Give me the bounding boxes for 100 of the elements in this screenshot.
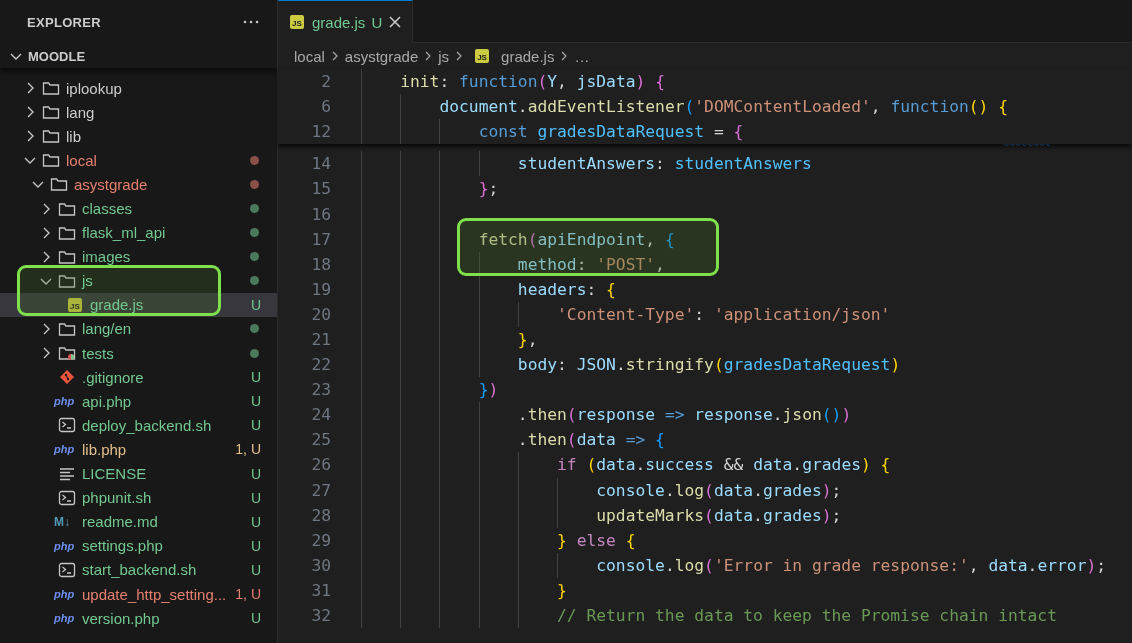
line-number: 21 — [310, 330, 331, 349]
breadcrumb-item[interactable]: … — [574, 47, 590, 65]
breadcrumb-item[interactable]: js — [438, 47, 450, 65]
line-number: 25 — [310, 430, 331, 450]
text-lines-icon — [58, 465, 76, 482]
tree-item[interactable]: asystgrade — [0, 172, 277, 197]
tree-item[interactable]: start_backend.sh U — [0, 557, 277, 582]
js-file-icon: JS — [68, 297, 82, 312]
tree-item[interactable]: php version.php U — [0, 606, 277, 631]
tree-item[interactable]: iplookup — [0, 76, 277, 101]
folder-icon — [42, 152, 60, 169]
tree-item[interactable]: local — [0, 148, 277, 173]
code-line: studentAnswers: studentAnswers — [516, 154, 812, 174]
code-line: } else { — [556, 530, 636, 550]
line-number: 15 — [310, 179, 331, 199]
file-name: LICENSE — [82, 465, 148, 483]
tree-item[interactable]: lang — [0, 100, 277, 125]
line-number: 24 — [310, 405, 331, 425]
squiggle-mark — [1002, 142, 1050, 148]
tree-item[interactable]: classes — [0, 196, 277, 221]
code-line: body: JSON.stringify(gradesDataRequest) — [516, 355, 901, 375]
code-line: console.log(data.grades); — [595, 480, 842, 500]
php-file-icon: php — [54, 443, 78, 456]
more-icon[interactable] — [243, 20, 259, 24]
file-name: readme.md — [82, 513, 159, 531]
code-line: .then(data => { — [516, 430, 665, 450]
line-number: 20 — [310, 304, 331, 324]
code-line: }; — [477, 179, 499, 199]
tree-item[interactable]: php api.php U — [0, 389, 277, 414]
file-name: api.php — [82, 392, 133, 410]
code-line: console.log('Error in grade response:', data.error); — [595, 555, 1107, 575]
git-status: U — [250, 393, 261, 410]
tree-item[interactable]: js — [0, 268, 277, 293]
folder-icon — [42, 80, 60, 97]
line-number: 16 — [310, 204, 331, 224]
line-number: 27 — [310, 480, 331, 500]
breadcrumb-item[interactable]: asystgrade — [344, 47, 419, 65]
git-status: U — [250, 296, 261, 313]
tree-item[interactable]: php settings.php U — [0, 533, 277, 558]
tree-item[interactable]: LICENSE U — [0, 461, 277, 486]
php-file-icon: php — [54, 395, 78, 408]
code-line: updateMarks(data.grades); — [595, 505, 842, 525]
git-status: U — [371, 13, 383, 31]
line-number: 12 — [310, 122, 331, 142]
file-name: deploy_backend.sh — [82, 416, 213, 434]
git-status: U — [250, 417, 261, 434]
file-name: js — [82, 272, 94, 290]
tree-item[interactable]: deploy_backend.sh U — [0, 413, 277, 438]
file-name: phpunit.sh — [82, 489, 153, 507]
file-name: lang — [66, 103, 96, 121]
tree-item[interactable]: flask_ml_api — [0, 220, 277, 245]
tree-item[interactable]: images — [0, 244, 277, 269]
file-name: classes — [82, 200, 134, 217]
close-icon[interactable] — [388, 15, 403, 29]
tree-item[interactable]: tests — [0, 341, 277, 366]
line-number: 26 — [310, 455, 331, 475]
git-status: U — [250, 610, 261, 627]
file-name: lib.php — [82, 440, 128, 458]
tree-item[interactable]: lib — [0, 124, 277, 149]
git-status: 1, U — [235, 441, 261, 458]
file-name: flask_ml_api — [82, 224, 167, 242]
tree-item[interactable]: php update_http_setting... 1, U — [0, 581, 277, 607]
line-number: 32 — [310, 606, 331, 625]
editor-tab[interactable]: JS grade.js U — [278, 0, 414, 43]
code-line: }, — [516, 330, 538, 349]
js-file-icon: JS — [475, 49, 490, 63]
code-line: }) — [477, 380, 499, 400]
file-name: version.php — [82, 609, 161, 627]
folder-icon — [42, 128, 60, 145]
code-line: } — [556, 580, 567, 600]
php-file-icon: php — [54, 612, 78, 625]
git-status: U — [250, 513, 261, 530]
tree-item[interactable]: php lib.php 1, U — [0, 437, 277, 462]
line-number: 23 — [310, 380, 331, 400]
line-number: 30 — [310, 555, 331, 575]
js-file-icon: JS — [290, 15, 304, 29]
folder-icon — [50, 176, 68, 193]
section-title[interactable]: MOODLE — [28, 48, 86, 64]
file-name: local — [66, 151, 98, 169]
file-name: images — [82, 248, 132, 266]
tab-label: grade.js — [312, 13, 366, 31]
tree-item[interactable]: phpunit.sh U — [0, 485, 277, 510]
git-icon — [58, 369, 76, 386]
line-number: 29 — [310, 530, 331, 550]
git-status: U — [250, 561, 261, 578]
markdown-file-icon: M↓ — [54, 514, 76, 529]
tree-item[interactable]: .gitignore U — [0, 365, 277, 390]
line-number: 17 — [310, 229, 331, 249]
git-status: U — [250, 489, 261, 506]
line-number: 28 — [310, 505, 331, 525]
code-line: document.addEventListener('DOMContentLoaded', function() { — [438, 97, 1008, 117]
breadcrumb-item[interactable]: grade.js — [501, 47, 555, 65]
code-line: method: 'POST', — [516, 254, 665, 274]
tree-item[interactable]: M↓ readme.md U — [0, 509, 277, 534]
breadcrumb-item[interactable]: local — [294, 47, 325, 65]
file-name: .gitignore — [82, 368, 145, 386]
tree-item[interactable]: JS grade.js U — [0, 292, 277, 317]
line-number: 19 — [310, 279, 331, 299]
line-number: 6 — [320, 97, 331, 117]
tree-item[interactable]: lang/en — [0, 316, 277, 342]
